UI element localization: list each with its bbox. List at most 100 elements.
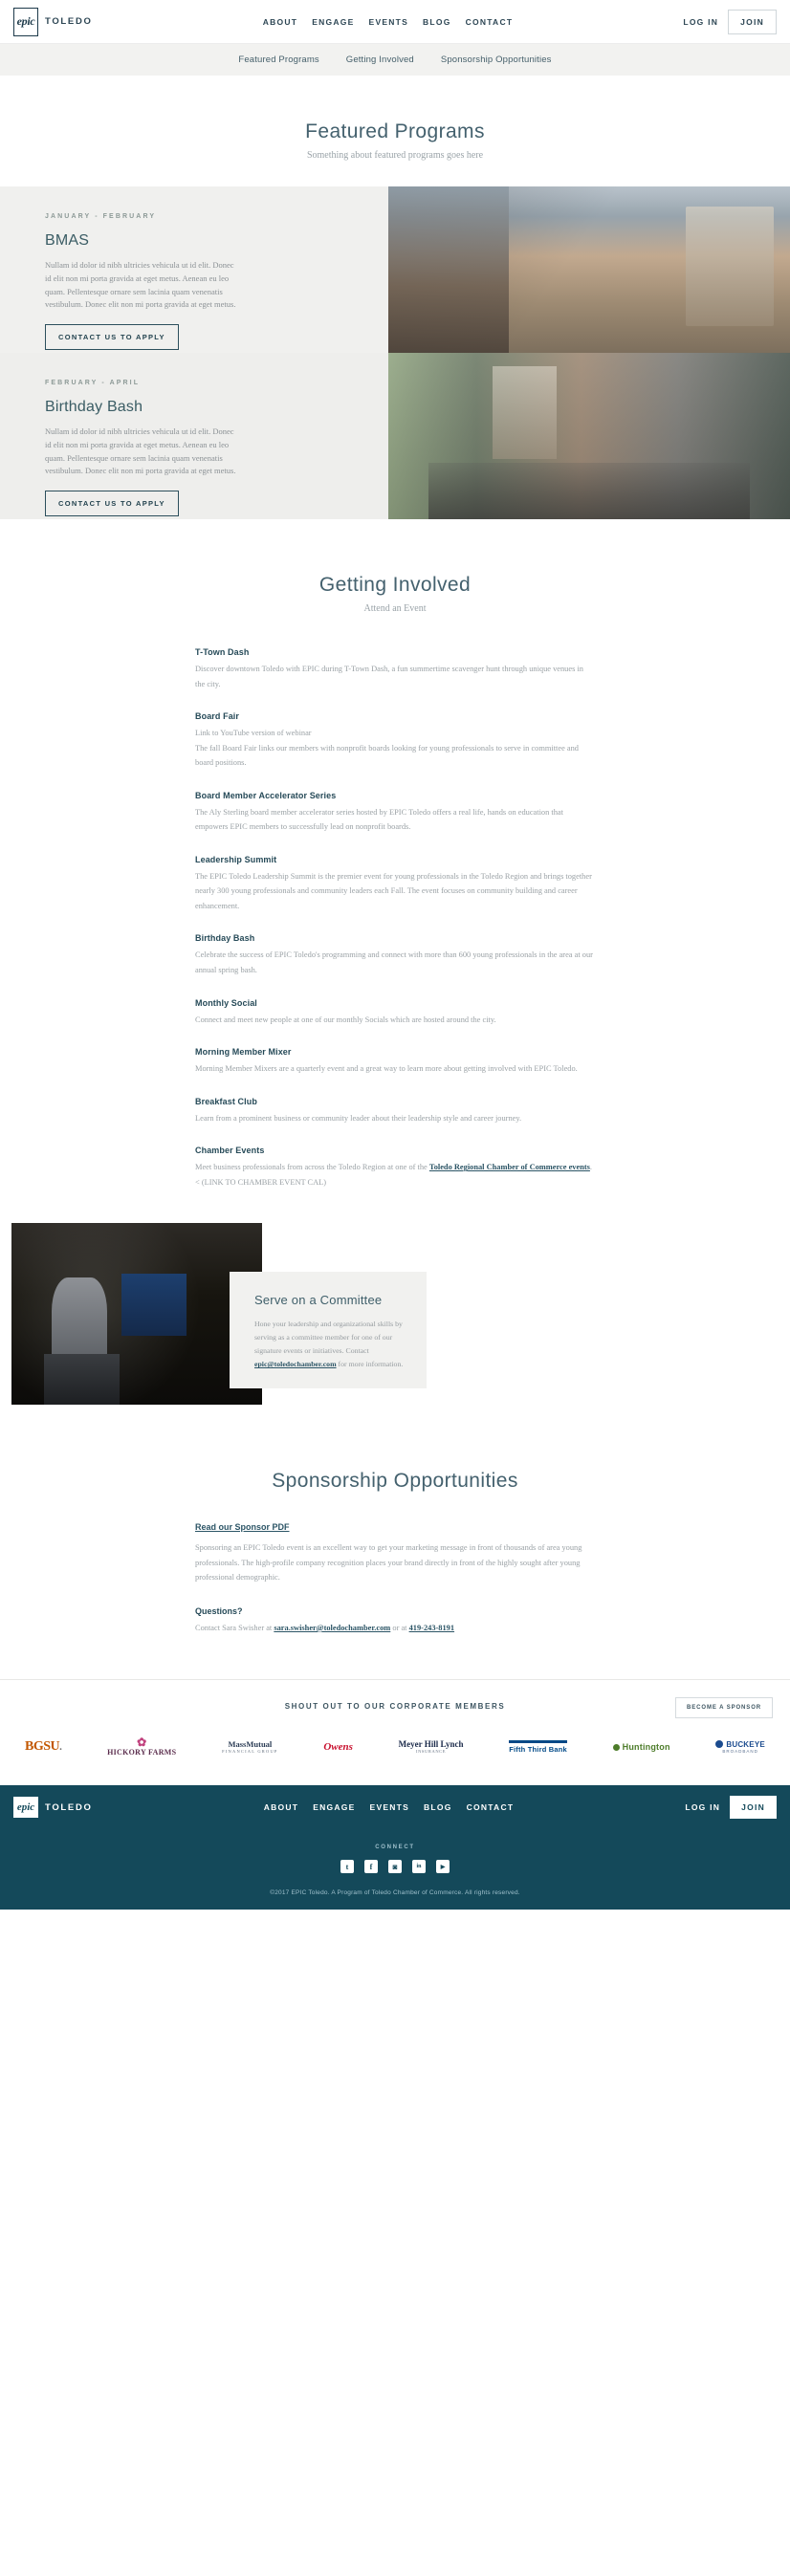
instagram-icon[interactable]: ◙	[388, 1860, 402, 1874]
footer-nav-about[interactable]: ABOUT	[264, 1802, 298, 1812]
youtube-icon[interactable]: ▶	[436, 1860, 450, 1874]
page-root: epic TOLEDO ABOUT ENGAGE EVENTS BLOG CON…	[0, 0, 790, 1910]
event-description: Celebrate the success of EPIC Toledo's p…	[195, 950, 593, 975]
logo-bgsu-suffix: .	[59, 1740, 62, 1753]
sponsorship-body: Read our Sponsor PDF Sponsoring an EPIC …	[195, 1517, 595, 1635]
list-item: Chamber Events Meet business professiona…	[195, 1146, 595, 1190]
footer-join-button[interactable]: JOIN	[730, 1796, 777, 1820]
event-list: T-Town Dash Discover downtown Toledo wit…	[195, 647, 595, 1190]
serve-on-committee-section: Serve on a Committee Hone your leadershi…	[0, 1223, 790, 1419]
epic-logo-word: TOLEDO	[45, 16, 93, 27]
sponsor-contact-email-link[interactable]: sara.swisher@toledochamber.com	[274, 1624, 390, 1632]
login-link[interactable]: LOG IN	[683, 17, 718, 27]
sponsor-pdf-link[interactable]: Read our Sponsor PDF	[195, 1522, 290, 1532]
logo-owens[interactable]: Owens	[323, 1741, 353, 1753]
fifth-third-bar-icon	[509, 1739, 567, 1743]
footer-epic-logo-word: TOLEDO	[45, 1801, 93, 1813]
event-name: Leadership Summit	[195, 854, 277, 864]
getting-involved-header: Getting Involved Attend an Event	[0, 574, 790, 614]
primary-nav: ABOUT ENGAGE EVENTS BLOG CONTACT	[93, 17, 684, 27]
leadership-summit-photo	[11, 1223, 262, 1406]
event-description: Meet business professionals from across …	[195, 1160, 595, 1190]
program-card-birthday-bash: FEBRUARY - APRIL Birthday Bash Nullam id…	[0, 353, 790, 519]
connect-label: CONNECT	[375, 1845, 415, 1851]
logo-buckeye-broadband[interactable]: BUCKEYE BROADBAND	[715, 1739, 765, 1754]
facebook-icon[interactable]: f	[364, 1860, 378, 1874]
footer-nav-contact[interactable]: CONTACT	[467, 1802, 515, 1812]
chamber-events-link[interactable]: Toledo Regional Chamber of Commerce even…	[429, 1163, 590, 1171]
list-item: Morning Member Mixer Morning Member Mixe…	[195, 1047, 595, 1077]
event-description: Morning Member Mixers are a quarterly ev…	[195, 1064, 578, 1074]
corporate-members-header: SHOUT OUT TO OUR CORPORATE MEMBERS BECOM…	[17, 1697, 773, 1719]
logo-bgsu[interactable]: BGSU.	[25, 1739, 62, 1755]
featured-programs-header: Featured Programs Something about featur…	[0, 120, 790, 161]
contact-us-to-apply-button[interactable]: CONTACT US TO APPLY	[45, 491, 179, 517]
become-a-sponsor-button[interactable]: BECOME A SPONSOR	[675, 1697, 773, 1719]
corporate-members-title: SHOUT OUT TO OUR CORPORATE MEMBERS	[284, 1702, 506, 1712]
logo-fifth-third-bank[interactable]: Fifth Third Bank	[509, 1739, 567, 1754]
list-item: Breakfast Club Learn from a prominent bu…	[195, 1097, 595, 1126]
podium	[44, 1354, 120, 1406]
footer-nav-engage[interactable]: ENGAGE	[313, 1802, 355, 1812]
sponsorship-paragraph: Sponsoring an EPIC Toledo event is an ex…	[195, 1543, 582, 1583]
questions-heading: Questions?	[195, 1605, 243, 1616]
sponsor-contact-phone-link[interactable]: 419-243-8191	[409, 1624, 454, 1632]
logo-buckeye-sub: BROADBAND	[722, 1748, 758, 1754]
footer-account-actions: LOG IN JOIN	[685, 1796, 777, 1820]
logo-meyer-hill-lynch[interactable]: Meyer Hill Lynch INSURANCE	[399, 1739, 464, 1754]
nav-item-blog[interactable]: BLOG	[423, 17, 451, 27]
contact-text-before: Contact Sara Swisher at	[195, 1623, 274, 1632]
nav-item-contact[interactable]: CONTACT	[466, 17, 514, 27]
footer-nav-events[interactable]: EVENTS	[370, 1802, 410, 1812]
nav-item-about[interactable]: ABOUT	[263, 17, 297, 27]
logo-massmutual[interactable]: MassMutual FINANCIAL GROUP	[222, 1739, 277, 1754]
twitter-icon[interactable]: t	[340, 1860, 354, 1874]
committee-email-link[interactable]: epic@toledochamber.com	[254, 1360, 337, 1368]
event-description: The EPIC Toledo Leadership Summit is the…	[195, 871, 592, 910]
footer-connect-block: CONNECT t f ◙ in ▶ ©2017 EPIC Toledo. A …	[13, 1829, 777, 1910]
nav-item-engage[interactable]: ENGAGE	[312, 17, 354, 27]
list-item: Monthly Social Connect and meet new peop…	[195, 998, 595, 1028]
epic-logo-mark: epic	[13, 7, 38, 36]
event-description: Connect and meet new people at one of ou…	[195, 1015, 496, 1024]
nav-item-events[interactable]: EVENTS	[369, 17, 409, 27]
buckeye-dot-icon	[715, 1739, 724, 1748]
committee-text-before: Hone your leadership and organizational …	[254, 1320, 403, 1356]
students-photo	[388, 186, 790, 353]
list-item: Leadership Summit The EPIC Toledo Leader…	[195, 855, 595, 914]
copyright-text: ©2017 EPIC Toledo. A Program of Toledo C…	[270, 1889, 520, 1897]
committee-title: Serve on a Committee	[254, 1293, 383, 1308]
site-footer: epic TOLEDO ABOUT ENGAGE EVENTS BLOG CON…	[0, 1785, 790, 1910]
program-card-text: FEBRUARY - APRIL Birthday Bash Nullam id…	[0, 353, 388, 519]
committee-description: Hone your leadership and organizational …	[254, 1318, 406, 1371]
footer-nav-blog[interactable]: BLOG	[424, 1802, 452, 1812]
footer-login-link[interactable]: LOG IN	[685, 1802, 720, 1812]
sponsorship-title: Sponsorship Opportunities	[272, 1470, 518, 1493]
event-description: Learn from a prominent business or commu…	[195, 1113, 522, 1123]
contact-us-to-apply-button[interactable]: CONTACT US TO APPLY	[45, 324, 179, 351]
logo-massmutual-text: MassMutual	[228, 1739, 273, 1750]
program-date-range: FEBRUARY - APRIL	[45, 380, 141, 386]
committee-callout-card: Serve on a Committee Hone your leadershi…	[230, 1272, 427, 1389]
subnav-sponsorship-opportunities[interactable]: Sponsorship Opportunities	[441, 55, 552, 65]
program-description: Nullam id dolor id nibh ultricies vehicu…	[45, 260, 236, 310]
subnav-featured-programs[interactable]: Featured Programs	[238, 55, 318, 65]
footer-logo[interactable]: epic TOLEDO	[13, 1797, 93, 1819]
program-title: Birthday Bash	[45, 399, 143, 415]
event-name: T-Town Dash	[195, 647, 250, 657]
program-image	[388, 186, 790, 353]
list-item: Board Fair Link to YouTube version of we…	[195, 711, 595, 771]
program-date-range: JANUARY - FEBRUARY	[45, 213, 157, 220]
linkedin-icon[interactable]: in	[412, 1860, 426, 1874]
getting-involved-section: Getting Involved Attend an Event T-Town …	[0, 519, 790, 1190]
list-item: Board Member Accelerator Series The Aly …	[195, 791, 595, 835]
logo-hickory-farms[interactable]: ✿ HICKORY FARMS	[107, 1736, 176, 1757]
sponsorship-header: Sponsorship Opportunities	[0, 1470, 790, 1493]
logo-huntington[interactable]: Huntington	[612, 1742, 670, 1752]
program-card-bmas: JANUARY - FEBRUARY BMAS Nullam id dolor …	[0, 186, 790, 353]
join-button[interactable]: JOIN	[728, 9, 777, 34]
subnav-getting-involved[interactable]: Getting Involved	[346, 55, 414, 65]
page-title: Featured Programs	[305, 120, 485, 142]
site-logo[interactable]: epic TOLEDO	[13, 7, 93, 36]
top-navigation-bar: epic TOLEDO ABOUT ENGAGE EVENTS BLOG CON…	[0, 0, 790, 44]
